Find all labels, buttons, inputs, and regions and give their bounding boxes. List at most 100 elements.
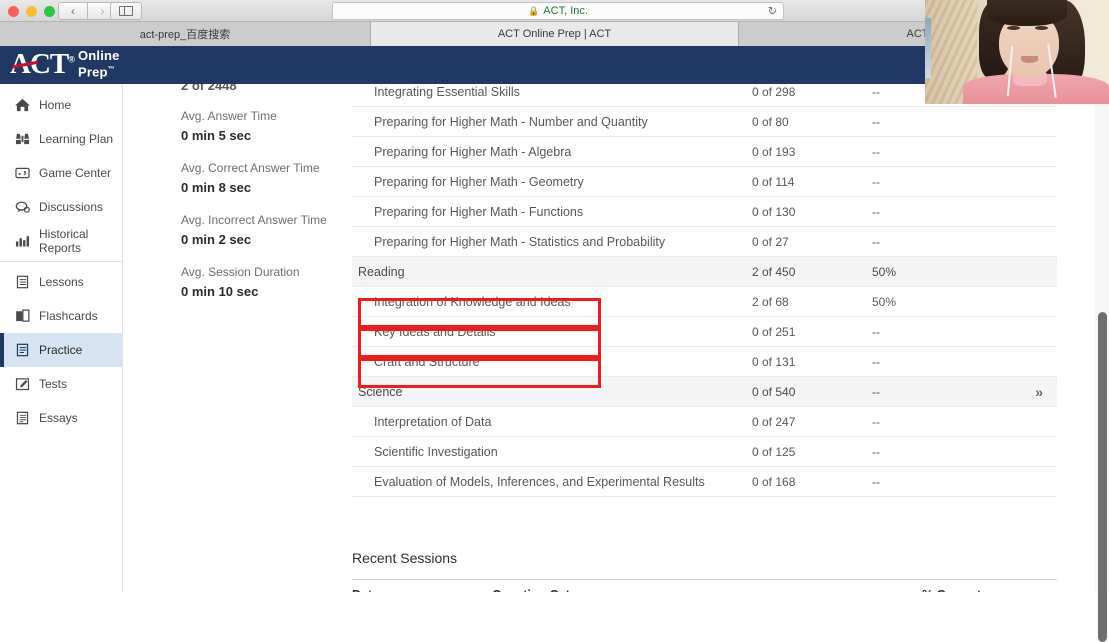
category-percent-correct: -- xyxy=(872,444,880,459)
category-percent-correct: -- xyxy=(872,114,880,129)
table-row[interactable]: Preparing for Higher Math - Number and Q… xyxy=(352,107,1057,137)
stat-value: 0 min 10 sec xyxy=(181,284,259,299)
table-row[interactable]: Key Ideas and Details 0 of 251 -- xyxy=(352,317,1057,347)
table-row[interactable]: Preparing for Higher Math - Statistics a… xyxy=(352,227,1057,257)
table-row[interactable]: Science 0 of 540 -- » xyxy=(352,377,1057,407)
navigation-buttons[interactable]: ‹ › xyxy=(58,2,118,20)
category-answered-count: 0 of 540 xyxy=(752,384,796,399)
category-name: Craft and Structure xyxy=(374,354,480,369)
browser-tab-2[interactable]: ACT Online Prep | ACT xyxy=(371,22,739,46)
questions-answered-value: 2 of 2448 xyxy=(181,84,237,93)
category-name: Key Ideas and Details xyxy=(374,324,496,339)
sidebar-item-label: Lessons xyxy=(39,275,84,289)
category-percent-correct: -- xyxy=(872,414,880,429)
category-answered-count: 0 of 131 xyxy=(752,354,796,369)
table-row[interactable]: Evaluation of Models, Inferences, and Ex… xyxy=(352,467,1057,497)
table-row[interactable]: Scientific Investigation 0 of 125 -- xyxy=(352,437,1057,467)
category-answered-count: 0 of 298 xyxy=(752,84,796,99)
address-bar[interactable]: 🔒 ACT, Inc. ↻ xyxy=(332,2,784,20)
category-answered-count: 0 of 193 xyxy=(752,144,796,159)
webcam-window-edge xyxy=(925,18,931,78)
category-name: Interpretation of Data xyxy=(374,414,492,429)
sidebar-item-home[interactable]: Home xyxy=(0,88,122,122)
maximize-window-button[interactable] xyxy=(44,6,55,17)
practice-page-icon xyxy=(14,342,31,358)
sidebar-item-label: Discussions xyxy=(39,200,104,214)
stat-label: Avg. Incorrect Answer Time xyxy=(181,213,327,227)
sidebar-divider xyxy=(0,261,122,262)
sidebar-item-essays[interactable]: Essays xyxy=(0,401,122,435)
category-percent-correct: 50% xyxy=(872,264,897,279)
category-name: Scientific Investigation xyxy=(374,444,498,459)
window-traffic-lights[interactable] xyxy=(8,6,55,17)
registered-mark: ® xyxy=(68,54,75,64)
sidebar-item-tests[interactable]: Tests xyxy=(0,367,122,401)
table-row[interactable]: Preparing for Higher Math - Geometry 0 of… xyxy=(352,167,1057,197)
sidebar-item-label: Practice xyxy=(39,343,83,357)
logo-line-prep: Prep™ xyxy=(77,64,115,80)
table-row[interactable]: Preparing for Higher Math - Algebra 0 of … xyxy=(352,137,1057,167)
column-header-date[interactable]: Date xyxy=(352,588,492,592)
chevron-double-right-icon[interactable]: » xyxy=(1035,384,1043,400)
category-answered-count: 0 of 251 xyxy=(752,324,796,339)
webcam-video-overlay[interactable] xyxy=(925,0,1109,104)
table-row[interactable]: Integration of Knowledge and Ideas 2 of 6… xyxy=(352,287,1057,317)
close-window-button[interactable] xyxy=(8,6,19,17)
column-header-question-category[interactable]: Question Category xyxy=(492,588,922,592)
sidebar-item-label: Historical Reports xyxy=(39,227,89,255)
category-name: Evaluation of Models, Inferences, and Ex… xyxy=(374,474,705,489)
category-answered-count: 2 of 450 xyxy=(752,264,796,279)
category-name: Integration of Knowledge and Ideas xyxy=(374,294,571,309)
browser-tab-1[interactable]: act-prep_百度搜索 xyxy=(0,22,371,46)
act-logo-text: ACT xyxy=(10,47,69,80)
app-sidebar: Home Learning Plan Game Center Discussio… xyxy=(0,84,123,592)
address-bar-text: ACT, Inc. xyxy=(543,5,588,17)
category-percent-correct: -- xyxy=(872,384,880,399)
question-category-table: Integrating Essential Skills 0 of 298 -- Pr… xyxy=(352,84,1057,497)
category-answered-count: 0 of 168 xyxy=(752,474,796,489)
main-content: 2 of 2448 Avg. Answer Time 0 min 5 sec A… xyxy=(123,84,1109,592)
act-online-prep-logo[interactable]: ACT® Online Prep™ xyxy=(10,49,120,79)
table-row[interactable]: Preparing for Higher Math - Functions 0 o… xyxy=(352,197,1057,227)
category-answered-count: 0 of 80 xyxy=(752,114,789,129)
category-name: Preparing for Higher Math - Functions xyxy=(374,204,584,219)
minimize-window-button[interactable] xyxy=(26,6,37,17)
sidebar-item-game-center[interactable]: Game Center xyxy=(0,156,122,190)
category-name: Preparing for Higher Math - Geometry xyxy=(374,174,584,189)
table-row[interactable]: Interpretation of Data 0 of 247 -- xyxy=(352,407,1057,437)
category-name: Reading xyxy=(358,264,405,279)
sidebar-toggle-button[interactable] xyxy=(110,2,142,20)
sidebar-item-lessons[interactable]: Lessons xyxy=(0,265,122,299)
column-header-percent-correct[interactable]: % Correct xyxy=(922,588,1052,592)
recent-sessions-title: Recent Sessions xyxy=(352,550,458,566)
back-button[interactable]: ‹ xyxy=(58,2,88,20)
flashcards-icon xyxy=(14,308,31,324)
sidebar-item-learning-plan[interactable]: Learning Plan xyxy=(0,122,122,156)
sidebar-panel-icon xyxy=(119,6,133,16)
stat-label: Avg. Answer Time xyxy=(181,109,277,123)
logo-line-online: Online xyxy=(77,48,120,63)
category-name: Preparing for Higher Math - Statistics a… xyxy=(374,234,666,249)
stat-value: 0 min 5 sec xyxy=(181,128,252,143)
sidebar-item-discussions[interactable]: Discussions xyxy=(0,190,122,224)
table-row[interactable]: Craft and Structure 0 of 131 -- xyxy=(352,347,1057,377)
stat-avg-incorrect-answer-time: Avg. Incorrect Answer Time 0 min 2 sec xyxy=(181,211,366,249)
practice-stats-panel: 2 of 2448 Avg. Answer Time 0 min 5 sec A… xyxy=(181,84,366,315)
category-name: Science xyxy=(358,384,403,399)
online-prep-wordmark: Online Prep™ xyxy=(78,49,120,79)
page-scrollbar-thumb[interactable] xyxy=(1098,312,1107,642)
trademark-mark: ™ xyxy=(107,66,115,73)
sidebar-item-label: Home xyxy=(39,98,72,112)
stat-label: Avg. Session Duration xyxy=(181,265,300,279)
category-percent-correct: -- xyxy=(872,324,880,339)
category-answered-count: 0 of 247 xyxy=(752,414,796,429)
reload-icon[interactable]: ↻ xyxy=(768,5,777,18)
webcam-person-bangs xyxy=(987,0,1067,26)
page-scrollbar-track[interactable] xyxy=(1095,84,1109,642)
sidebar-item-flashcards[interactable]: Flashcards xyxy=(0,299,122,333)
sidebar-item-practice[interactable]: Practice xyxy=(0,333,122,367)
sidebar-item-historical-reports[interactable]: Historical Reports xyxy=(0,224,122,258)
sidebar-item-label: Essays xyxy=(39,411,78,425)
table-row[interactable]: Reading 2 of 450 50% xyxy=(352,257,1057,287)
webcam-person-eye-left xyxy=(1007,26,1020,30)
